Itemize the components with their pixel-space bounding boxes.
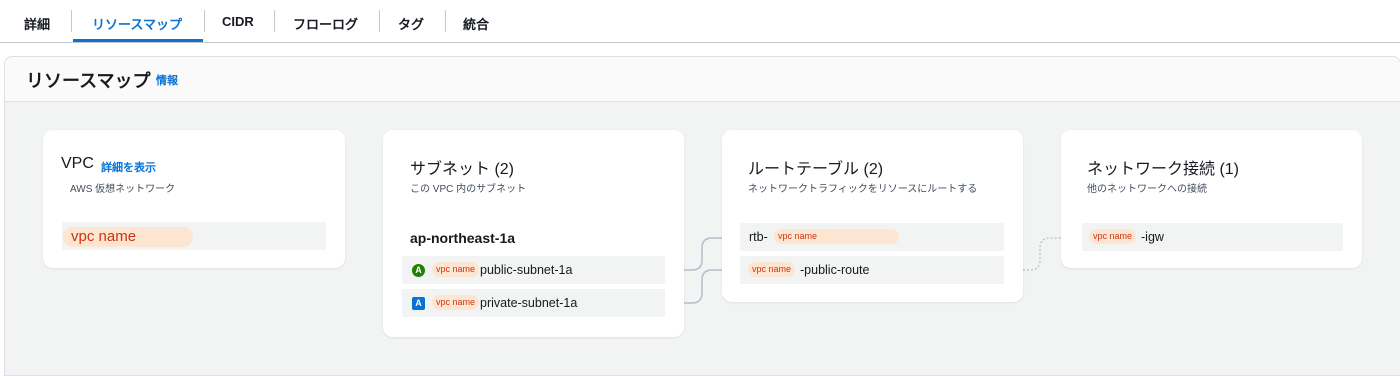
subnet-vpc-tag: vpc name [432, 262, 480, 277]
route-table-prefix: rtb- [749, 230, 768, 244]
route-tables-card-title: ルートテーブル (2) [748, 161, 884, 178]
vpc-card-description: AWS 仮想ネットワーク [70, 184, 176, 195]
vpc-card: VPC 詳細を表示 AWS 仮想ネットワーク vpc name [43, 130, 345, 268]
subnet-name: private-subnet-1a [480, 296, 578, 310]
subnet-row-private[interactable]: A vpc name private-subnet-1a [402, 289, 665, 317]
availability-zone-label: ap-northeast-1a [410, 230, 516, 246]
subnets-card-title: サブネット (2) [410, 161, 515, 178]
subnet-vpc-tag: vpc name [432, 295, 480, 310]
route-table-row[interactable]: rtb- vpc name [740, 223, 1004, 251]
network-card-title: ネットワーク接続 (1) [1087, 161, 1240, 178]
route-table-row[interactable]: vpc name -public-route [740, 256, 1004, 284]
route-table-name: -public-route [800, 263, 870, 277]
subnet-row-public[interactable]: A vpc name public-subnet-1a [402, 256, 665, 284]
route-table-vpc-tag: vpc name [774, 229, 899, 244]
public-subnet-icon: A [412, 264, 425, 277]
vpc-card-title: VPC [61, 155, 94, 172]
vpc-row[interactable]: vpc name [62, 222, 326, 250]
subnets-card: サブネット (2) この VPC 内のサブネット ap-northeast-1a… [383, 130, 684, 337]
gateway-name: -igw [1141, 230, 1164, 244]
gateway-vpc-tag: vpc name [1089, 229, 1137, 244]
private-subnet-icon: A [412, 297, 425, 310]
subnet-name: public-subnet-1a [480, 263, 573, 277]
network-connections-card: ネットワーク接続 (1) 他のネットワークへの接続 vpc name -igw [1061, 130, 1362, 268]
route-tables-card: ルートテーブル (2) ネットワークトラフィックをリソースにルートする rtb-… [722, 130, 1023, 302]
route-table-vpc-tag: vpc name [748, 262, 796, 277]
subnets-card-description: この VPC 内のサブネット [410, 184, 527, 195]
internet-gateway-row[interactable]: vpc name -igw [1082, 223, 1343, 251]
network-card-description: 他のネットワークへの接続 [1087, 184, 1207, 195]
view-details-link[interactable]: 詳細を表示 [101, 159, 156, 175]
route-tables-card-description: ネットワークトラフィックをリソースにルートする [748, 184, 978, 195]
vpc-name-tag: vpc name [63, 227, 193, 247]
